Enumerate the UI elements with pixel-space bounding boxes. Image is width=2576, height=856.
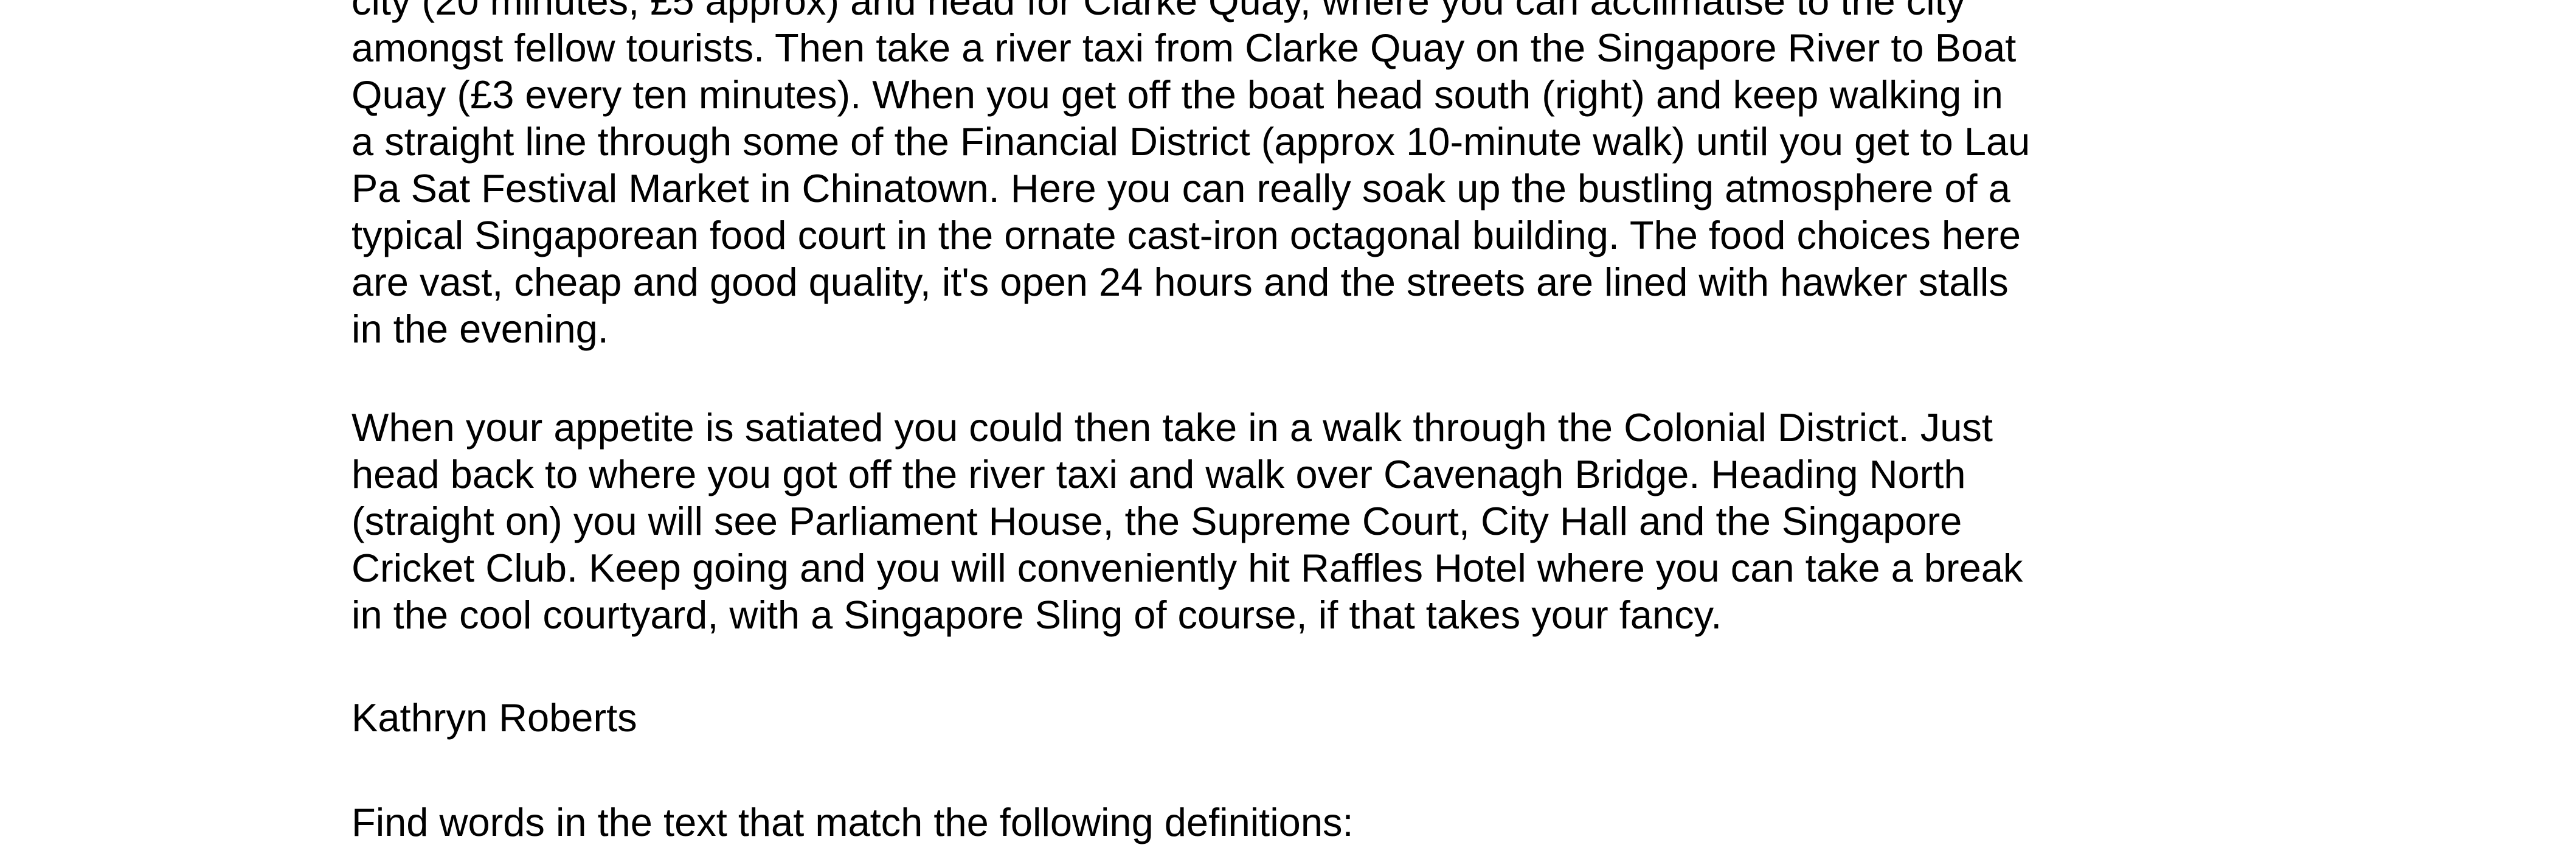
paragraph-line: Pa Sat Festival Market in Chinatown. Her…	[351, 166, 2010, 211]
exercise-instruction: Find words in the text that match the fo…	[351, 799, 2152, 846]
paragraph-line: typical Singaporean food court in the or…	[351, 213, 2021, 257]
paragraph-line: Quay (£3 every ten minutes). When you ge…	[351, 72, 2003, 117]
paragraph-line: (straight on) you will see Parliament Ho…	[351, 499, 1962, 543]
paragraph-colonial-district: When your appetite is satiated you could…	[351, 404, 2152, 638]
paragraph-line: in the cool courtyard, with a Singapore …	[351, 593, 1722, 637]
document-page: city (20 minutes, £5 approx) and head fo…	[0, 0, 2576, 856]
paragraph-line: Cricket Club. Keep going and you will co…	[351, 546, 2023, 590]
paragraph-line: in the evening.	[351, 307, 609, 351]
paragraph-line: head back to where you got off the river…	[351, 452, 1966, 496]
paragraph-line: amongst fellow tourists. Then take a riv…	[351, 26, 2017, 70]
paragraph-clarke-quay: city (20 minutes, £5 approx) and head fo…	[351, 0, 2152, 352]
paragraph-line: are vast, cheap and good quality, it's o…	[351, 260, 2009, 304]
author-name: Kathryn Roberts	[351, 695, 637, 740]
paragraph-line: a straight line through some of the Fina…	[351, 119, 2031, 164]
paragraph-line: When your appetite is satiated you could…	[351, 405, 1993, 450]
paragraph-line: city (20 minutes, £5 approx) and head fo…	[351, 0, 1966, 23]
instruction-text: Find words in the text that match the fo…	[351, 800, 1354, 844]
author-signature: Kathryn Roberts	[351, 694, 2152, 741]
